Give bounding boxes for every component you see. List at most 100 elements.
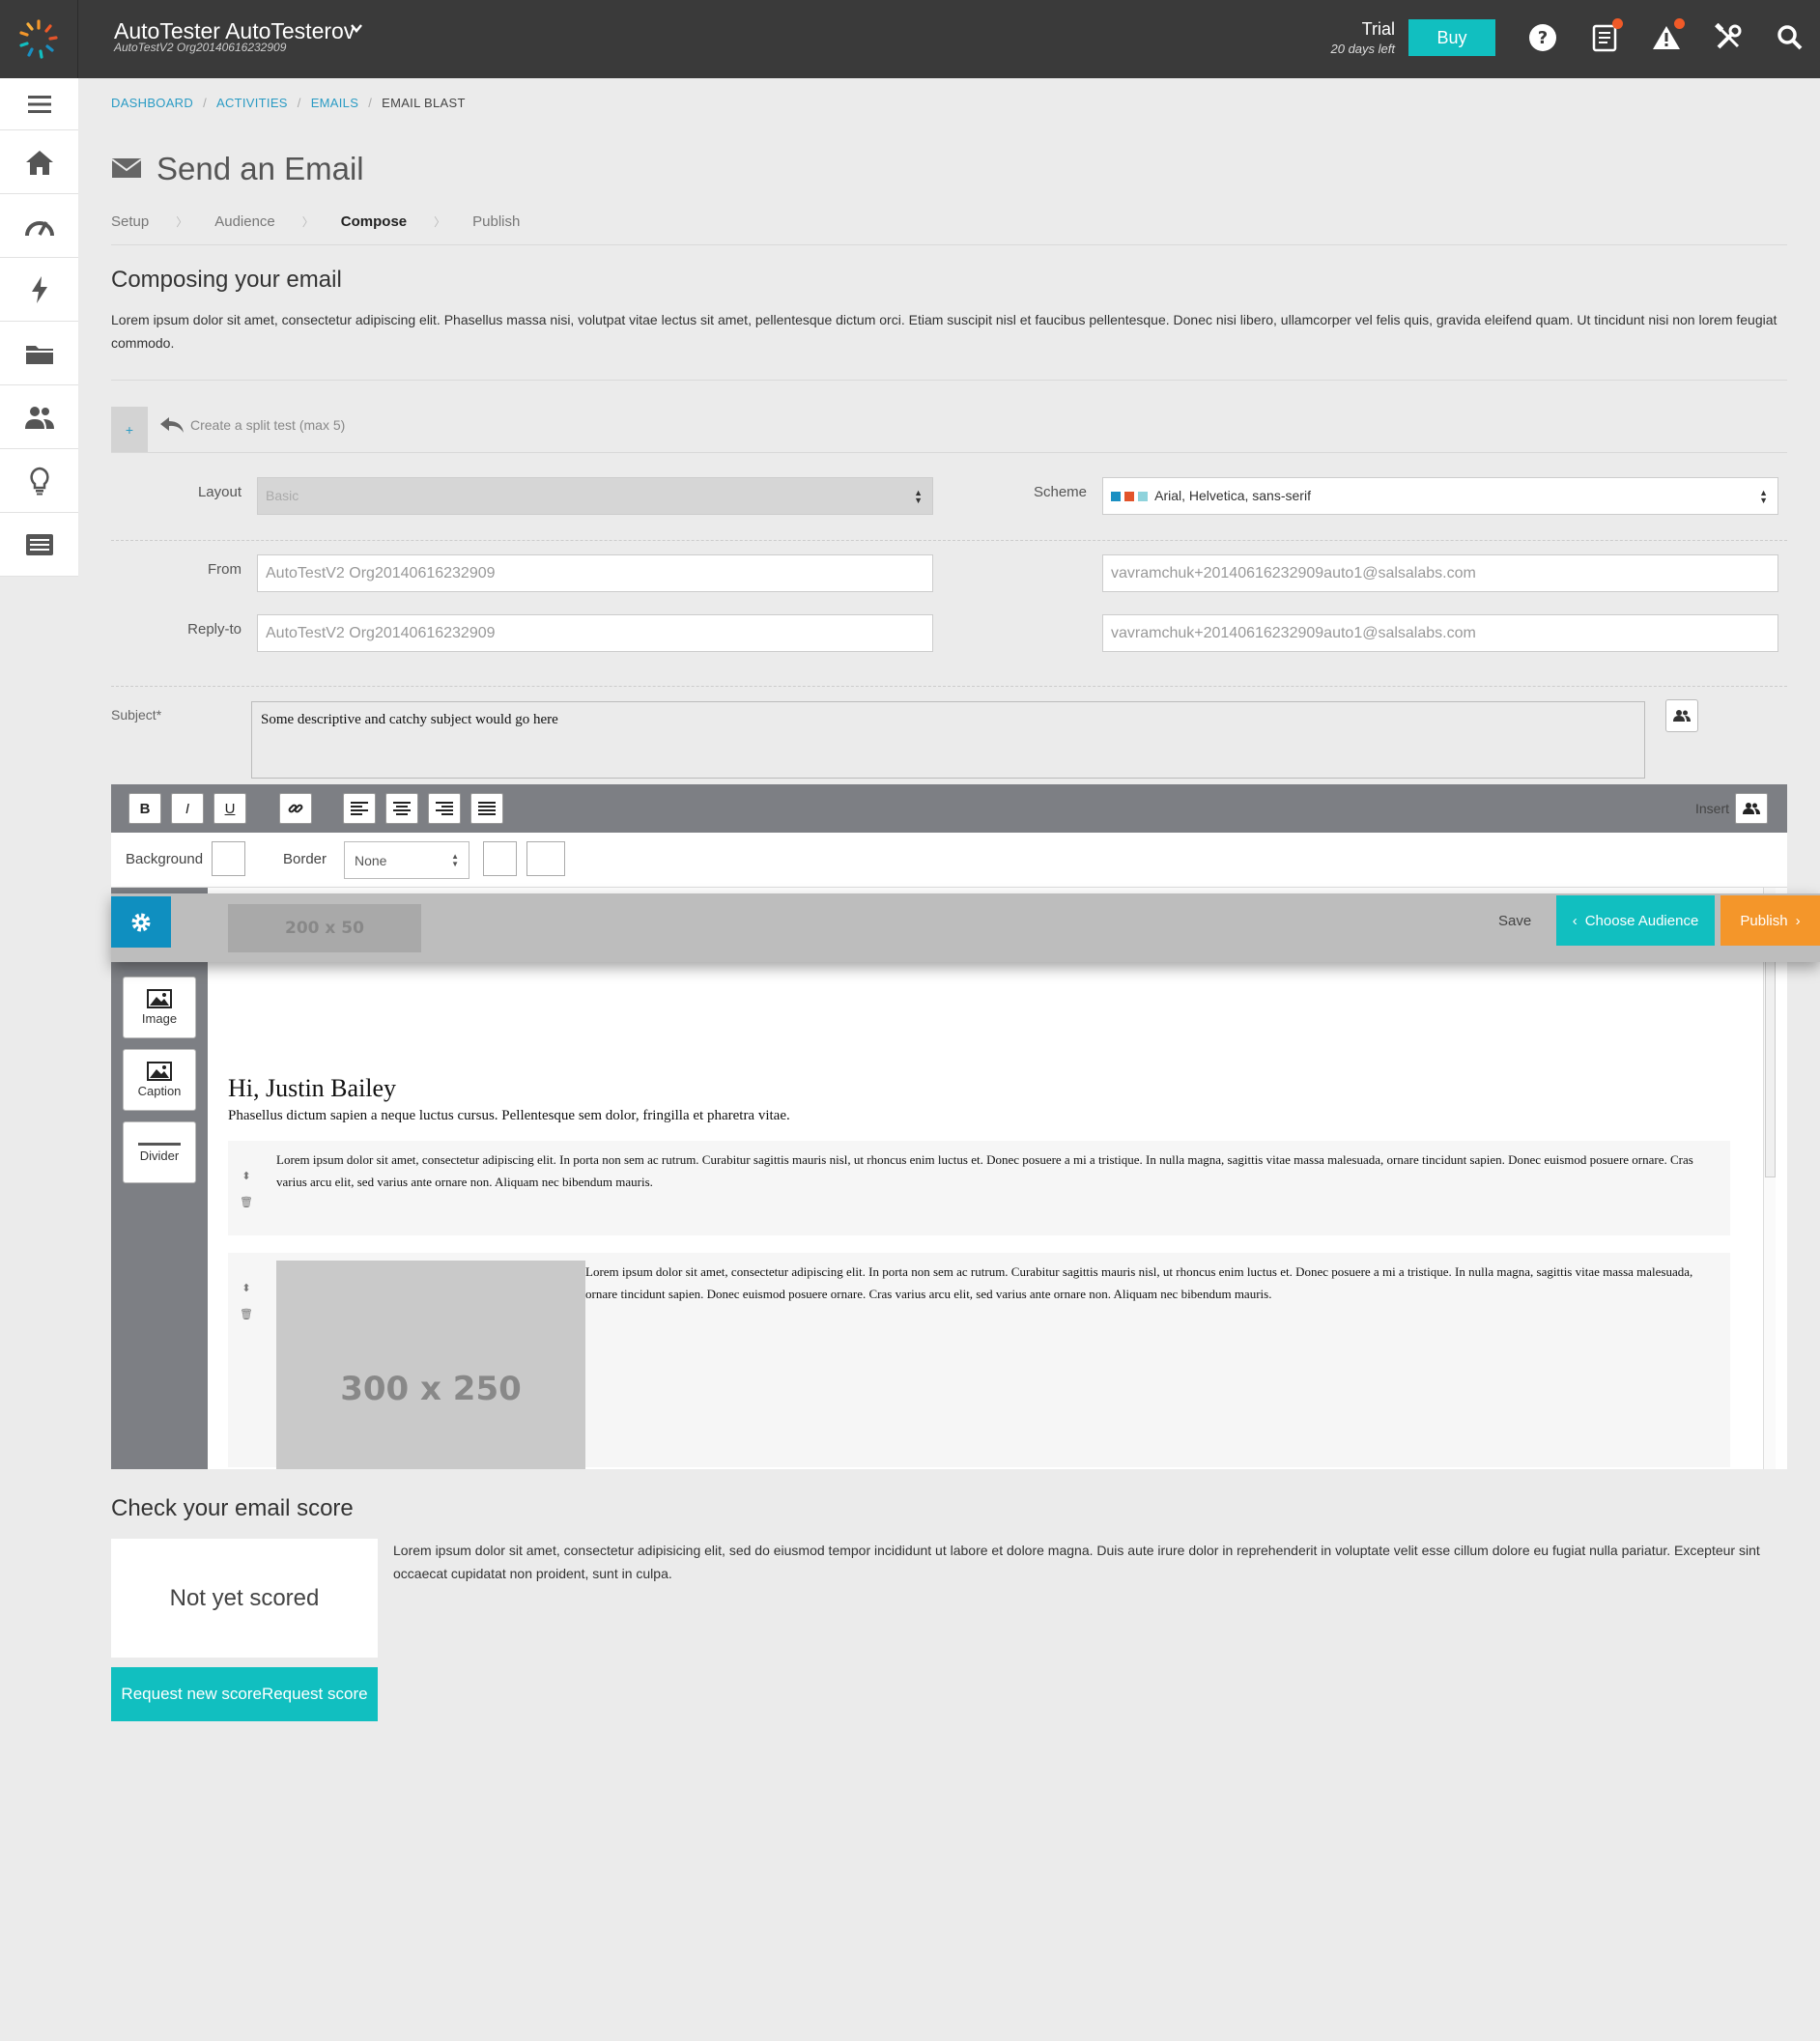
insert-field-button[interactable] xyxy=(1665,699,1698,732)
justify-icon xyxy=(478,802,496,815)
dashboard-icon[interactable] xyxy=(0,194,78,258)
breadcrumb-separator: / xyxy=(203,96,207,110)
select-arrows-icon: ▲ ▼ xyxy=(451,852,459,868)
dashed-divider xyxy=(111,540,1787,541)
divider-icon xyxy=(138,1142,181,1146)
save-button[interactable]: Save xyxy=(1498,913,1531,929)
background-label: Background xyxy=(126,851,204,867)
request-score-button[interactable]: Request new scoreRequest score xyxy=(111,1667,378,1721)
step-audience[interactable]: Audience xyxy=(214,213,275,230)
notes-icon[interactable] xyxy=(1588,18,1623,54)
image-text-block[interactable]: ⬍ 🗑 300 x 250 Lorem ipsum dolor sit amet… xyxy=(228,1253,1730,1469)
scheme-select[interactable]: Arial, Helvetica, sans-serif ▲ ▼ xyxy=(1102,477,1778,515)
publish-button[interactable]: Publish › xyxy=(1720,895,1820,946)
choose-audience-button[interactable]: ‹ Choose Audience xyxy=(1556,895,1715,946)
people-icon xyxy=(1743,803,1760,814)
step-setup[interactable]: Setup xyxy=(111,213,149,230)
move-handle-icon[interactable]: ⬍ xyxy=(242,1282,250,1294)
from-email-input[interactable]: vavramchuk+20140616232909auto1@salsalabs… xyxy=(1102,554,1778,592)
split-test-link[interactable]: Create a split test (max 5) xyxy=(159,416,345,434)
settings-button[interactable] xyxy=(111,896,171,948)
alert-icon[interactable] xyxy=(1650,18,1685,54)
image-block-text[interactable]: Lorem ipsum dolor sit amet, consectetur … xyxy=(585,1261,1716,1305)
align-right-button[interactable] xyxy=(428,793,461,824)
link-icon xyxy=(288,804,303,813)
help-icon[interactable]: ? xyxy=(1526,21,1559,54)
step-publish[interactable]: Publish xyxy=(472,213,520,230)
step-compose[interactable]: Compose xyxy=(341,213,407,230)
email-intro-text[interactable]: Phasellus dictum sapien a neque luctus c… xyxy=(228,1108,790,1124)
reply-to-label: Reply-to xyxy=(187,621,242,638)
step-separator: 〉 xyxy=(434,215,446,229)
split-test-label: Create a split test (max 5) xyxy=(190,417,346,433)
activities-icon[interactable] xyxy=(0,258,78,322)
select-arrows-icon: ▲ ▼ xyxy=(1759,488,1768,505)
link-button[interactable] xyxy=(279,793,312,824)
insert-label: Insert xyxy=(1694,801,1729,816)
background-color-picker[interactable] xyxy=(212,841,245,876)
breadcrumb-separator: / xyxy=(368,96,373,110)
trash-icon[interactable]: 🗑 xyxy=(240,1308,253,1320)
breadcrumb-emails[interactable]: EMAILS xyxy=(311,96,358,110)
justify-button[interactable] xyxy=(470,793,503,824)
block-tools: ⬍ 🗑 xyxy=(228,1141,265,1208)
border-width-input[interactable] xyxy=(526,841,565,876)
border-select[interactable]: None ▲ ▼ xyxy=(344,841,469,879)
border-color-picker[interactable] xyxy=(483,841,517,876)
add-split-test-button[interactable]: + xyxy=(111,407,148,452)
svg-text:?: ? xyxy=(1538,28,1548,48)
email-canvas: Image Caption Divider Hi, Justin Bailey … xyxy=(111,888,1787,1469)
email-greeting[interactable]: Hi, Justin Bailey xyxy=(228,1074,396,1103)
caption-icon xyxy=(147,1062,172,1081)
underline-button[interactable]: U xyxy=(213,793,246,824)
chevron-down-icon[interactable] xyxy=(350,21,363,35)
divider-block-label: Divider xyxy=(139,1148,180,1163)
breadcrumb: DASHBOARD / ACTIVITIES / EMAILS / EMAIL BLAST xyxy=(111,96,466,110)
layout-value: Basic xyxy=(266,488,299,503)
border-value: None xyxy=(355,853,387,868)
block-tools: ⬍ 🗑 xyxy=(228,1253,265,1320)
canvas-scrollbar[interactable] xyxy=(1763,888,1776,1469)
search-icon[interactable] xyxy=(1774,21,1806,54)
reply-to-email-input[interactable]: vavramchuk+20140616232909auto1@salsalabs… xyxy=(1102,614,1778,652)
ideas-icon[interactable] xyxy=(0,449,78,513)
home-icon[interactable] xyxy=(0,130,78,194)
italic-button[interactable]: I xyxy=(171,793,204,824)
align-center-button[interactable] xyxy=(385,793,418,824)
text-block-content[interactable]: Lorem ipsum dolor sit amet, consectetur … xyxy=(276,1148,1696,1193)
bold-button[interactable]: B xyxy=(128,793,161,824)
tools-icon[interactable] xyxy=(1712,21,1745,54)
align-left-icon xyxy=(351,802,368,815)
chevron-left-icon: ‹ xyxy=(1572,912,1578,929)
image-placeholder[interactable]: 300 x 250 xyxy=(276,1261,585,1469)
logo[interactable] xyxy=(0,0,78,78)
align-left-button[interactable] xyxy=(343,793,376,824)
subject-input[interactable]: Some descriptive and catchy subject woul… xyxy=(251,701,1645,779)
divider-block-tile[interactable]: Divider xyxy=(123,1121,196,1183)
text-block[interactable]: ⬍ 🗑 Lorem ipsum dolor sit amet, consecte… xyxy=(228,1141,1730,1235)
score-status: Not yet scored xyxy=(111,1539,378,1658)
move-handle-icon[interactable]: ⬍ xyxy=(242,1170,250,1182)
menu-icon[interactable] xyxy=(0,78,78,130)
breadcrumb-separator: / xyxy=(297,96,301,110)
scheme-label: Scheme xyxy=(1033,484,1087,500)
list-icon[interactable] xyxy=(0,513,78,577)
buy-button[interactable]: Buy xyxy=(1408,19,1495,56)
scrollbar-thumb[interactable] xyxy=(1765,936,1776,1177)
image-block-tile[interactable]: Image xyxy=(123,977,196,1038)
caption-block-tile[interactable]: Caption xyxy=(123,1049,196,1111)
breadcrumb-activities[interactable]: ACTIVITIES xyxy=(216,96,288,110)
from-name-input[interactable]: AutoTestV2 Org20140616232909 xyxy=(257,554,933,592)
step-separator: 〉 xyxy=(176,215,188,229)
insert-merge-field-button[interactable] xyxy=(1735,793,1768,824)
step-separator: 〉 xyxy=(301,215,314,229)
page-title: Send an Email xyxy=(156,151,364,186)
folder-icon[interactable] xyxy=(0,322,78,385)
layout-select[interactable]: Basic ▲ ▼ xyxy=(257,477,933,515)
trash-icon[interactable]: 🗑 xyxy=(240,1196,253,1208)
breadcrumb-dashboard[interactable]: DASHBOARD xyxy=(111,96,193,110)
header-image-placeholder[interactable]: 200 x 50 xyxy=(228,904,421,952)
people-icon[interactable] xyxy=(0,385,78,449)
reply-to-name-input[interactable]: AutoTestV2 Org20140616232909 xyxy=(257,614,933,652)
compose-description: Lorem ipsum dolor sit amet, consectetur … xyxy=(111,312,1777,351)
